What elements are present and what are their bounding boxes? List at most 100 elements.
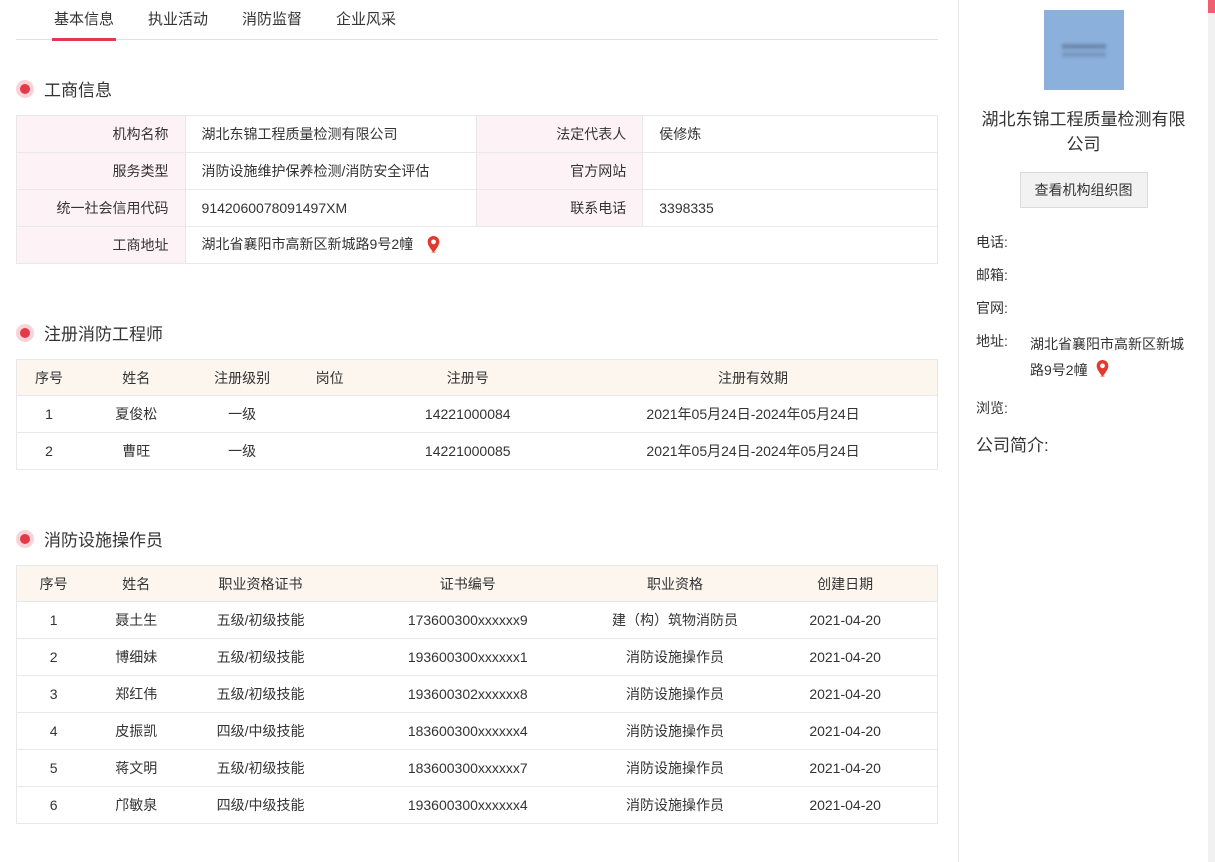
cell: 五级/初级技能 [182, 602, 339, 639]
logo-watermark [1062, 44, 1106, 49]
cell: 193600302xxxxxx8 [339, 676, 597, 713]
table-row: 机构名称 湖北东锦工程质量检测有限公司 法定代表人 侯修炼 [17, 116, 938, 153]
address-field: 地址: 湖北省襄阳市高新区新城路9号2幢 [976, 331, 1191, 384]
cell: 173600300xxxxxx9 [339, 602, 597, 639]
section-title: 工商信息 [44, 76, 112, 101]
company-logo-placeholder [1044, 10, 1124, 90]
column-header: 序号 [17, 566, 91, 602]
cell: 五级/初级技能 [182, 639, 339, 676]
cell: 193600300xxxxxx1 [339, 639, 597, 676]
table-row: 2 曹旺 一级 14221000085 2021年05月24日-2024年05月… [17, 433, 938, 470]
cell: 2021年05月24日-2024年05月24日 [569, 396, 937, 433]
cell: 1 [17, 396, 81, 433]
table-row: 5 蒋文明 五级/初级技能 183600300xxxxxx7 消防设施操作员 2… [17, 750, 938, 787]
column-header: 职业资格 [597, 566, 754, 602]
business-address-cell: 湖北省襄阳市高新区新城路9号2幢 [185, 227, 937, 264]
cell: 193600300xxxxxx4 [339, 787, 597, 824]
field-value: 湖北省襄阳市高新区新城路9号2幢 [1030, 331, 1191, 384]
tab-fire-supervision[interactable]: 消防监督 [240, 8, 304, 41]
field-label: 机构名称 [17, 116, 186, 153]
tab-company-showcase[interactable]: 企业风采 [334, 8, 398, 41]
table-header-row: 序号 姓名 注册级别 岗位 注册号 注册有效期 [17, 360, 938, 396]
table-row: 服务类型 消防设施维护保养检测/消防安全评估 官方网站 [17, 153, 938, 190]
business-address-text: 湖北省襄阳市高新区新城路9号2幢 [202, 236, 414, 252]
cell: 消防设施操作员 [597, 787, 754, 824]
cell: 夏俊松 [81, 396, 192, 433]
business-info-heading: 工商信息 [16, 76, 938, 101]
table-row: 工商地址 湖北省襄阳市高新区新城路9号2幢 [17, 227, 938, 264]
email-field: 邮箱: [976, 265, 1191, 285]
column-header: 注册有效期 [569, 360, 937, 396]
cell: 消防设施操作员 [597, 639, 754, 676]
column-header: 创建日期 [753, 566, 937, 602]
cell: 聂土生 [90, 602, 182, 639]
field-label: 统一社会信用代码 [17, 190, 186, 227]
cell: 一级 [191, 433, 292, 470]
field-value [1030, 298, 1191, 318]
field-value [643, 153, 938, 190]
cell: 2 [17, 433, 81, 470]
cell: 四级/中级技能 [182, 787, 339, 824]
field-value: 9142060078091497XM [185, 190, 477, 227]
cell [293, 433, 367, 470]
field-value: 湖北东锦工程质量检测有限公司 [185, 116, 477, 153]
field-label: 法定代表人 [477, 116, 643, 153]
field-label: 邮箱: [976, 265, 1022, 285]
cell: 14221000084 [366, 396, 569, 433]
field-value: 3398335 [643, 190, 938, 227]
cell [293, 396, 367, 433]
table-row: 6 邝敏泉 四级/中级技能 193600300xxxxxx4 消防设施操作员 2… [17, 787, 938, 824]
engineers-table: 序号 姓名 注册级别 岗位 注册号 注册有效期 1 夏俊松 一级 1422100… [16, 359, 938, 470]
cell: 曹旺 [81, 433, 192, 470]
cell: 2021-04-20 [753, 750, 937, 787]
company-sidebar: 湖北东锦工程质量检测有限公司 查看机构组织图 电话: 邮箱: 官网: 地址: 湖… [958, 0, 1208, 862]
view-org-chart-button[interactable]: 查看机构组织图 [1020, 172, 1148, 208]
cell: 5 [17, 750, 91, 787]
main-content: 基本信息 执业活动 消防监督 企业风采 工商信息 机构名称 湖北东锦工程质量检测… [16, 0, 938, 824]
cell: 183600300xxxxxx4 [339, 713, 597, 750]
cell: 郑红伟 [90, 676, 182, 713]
table-row: 2 博细妹 五级/初级技能 193600300xxxxxx1 消防设施操作员 2… [17, 639, 938, 676]
column-header: 序号 [17, 360, 81, 396]
column-header: 注册号 [366, 360, 569, 396]
location-pin-icon[interactable] [427, 236, 440, 256]
column-header: 注册级别 [191, 360, 292, 396]
cell: 一级 [191, 396, 292, 433]
field-label: 官网: [976, 298, 1022, 318]
tab-basic-info[interactable]: 基本信息 [52, 8, 116, 41]
cell: 皮振凯 [90, 713, 182, 750]
cell: 1 [17, 602, 91, 639]
field-value [1030, 265, 1191, 285]
cell: 消防设施操作员 [597, 676, 754, 713]
business-info-table: 机构名称 湖北东锦工程质量检测有限公司 法定代表人 侯修炼 服务类型 消防设施维… [16, 115, 938, 264]
table-row: 1 夏俊松 一级 14221000084 2021年05月24日-2024年05… [17, 396, 938, 433]
contact-fields: 电话: 邮箱: 官网: 地址: 湖北省襄阳市高新区新城路9号2幢 浏览: [976, 232, 1191, 417]
cell: 2021年05月24日-2024年05月24日 [569, 433, 937, 470]
cell: 2021-04-20 [753, 787, 937, 824]
field-label: 官方网站 [477, 153, 643, 190]
field-label: 地址: [976, 331, 1022, 384]
field-label: 联系电话 [477, 190, 643, 227]
field-value [1030, 232, 1191, 252]
tab-bar: 基本信息 执业活动 消防监督 企业风采 [16, 0, 938, 40]
tab-practice-activity[interactable]: 执业活动 [146, 8, 210, 41]
logo-watermark [1062, 52, 1106, 57]
page-scrollbar[interactable] [1208, 0, 1215, 862]
cell: 五级/初级技能 [182, 750, 339, 787]
views-field: 浏览: [976, 398, 1191, 418]
column-header: 岗位 [293, 360, 367, 396]
cell: 博细妹 [90, 639, 182, 676]
section-bullet-icon [20, 534, 30, 544]
field-value [1030, 398, 1191, 418]
table-row: 统一社会信用代码 9142060078091497XM 联系电话 3398335 [17, 190, 938, 227]
section-bullet-icon [20, 328, 30, 338]
cell: 蒋文明 [90, 750, 182, 787]
cell: 2021-04-20 [753, 676, 937, 713]
cell: 2021-04-20 [753, 602, 937, 639]
field-label: 服务类型 [17, 153, 186, 190]
location-pin-icon[interactable] [1096, 359, 1109, 385]
cell: 6 [17, 787, 91, 824]
scrollbar-thumb[interactable] [1208, 0, 1215, 13]
cell: 消防设施操作员 [597, 713, 754, 750]
cell: 建（构）筑物消防员 [597, 602, 754, 639]
